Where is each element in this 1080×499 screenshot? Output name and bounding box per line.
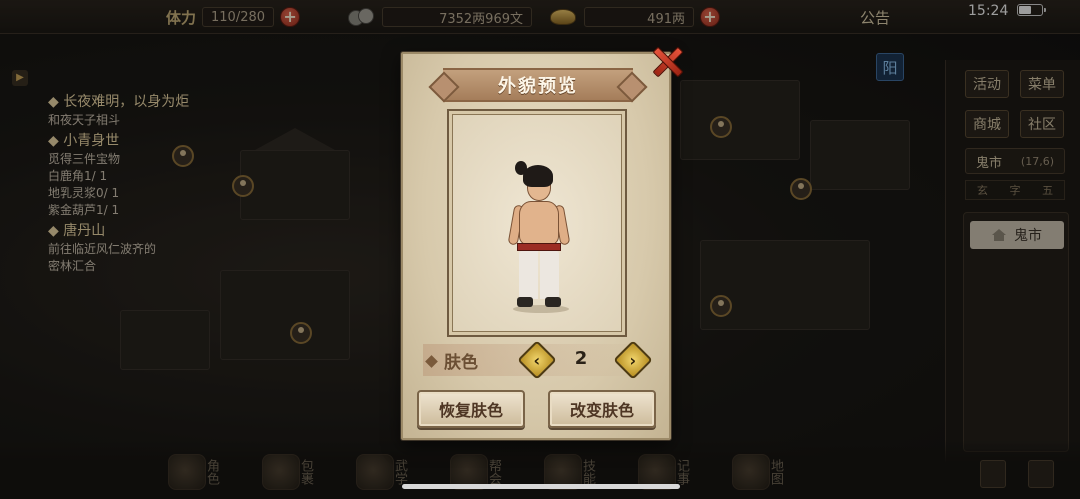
diamond-icon xyxy=(425,355,438,368)
chevron-right-icon: › xyxy=(629,350,637,370)
skin-color-value: 2 xyxy=(574,348,588,369)
character-preview xyxy=(447,109,627,337)
dialog-title: 外貌预览 xyxy=(498,76,578,97)
restore-skin-button[interactable]: 恢复肤色 xyxy=(417,390,525,428)
dialog-title-banner: 外貌预览 xyxy=(443,68,633,102)
skin-color-label: 肤色 xyxy=(425,348,478,373)
home-indicator[interactable] xyxy=(402,484,680,489)
chevron-left-icon: ‹ xyxy=(533,350,541,370)
change-skin-button[interactable]: 改变肤色 xyxy=(548,390,656,428)
close-icon[interactable] xyxy=(646,42,686,80)
prev-skin-button[interactable]: ‹ xyxy=(517,340,557,380)
character-figure xyxy=(507,161,571,321)
appearance-preview-dialog: 外貌预览 肤色 ‹ 2 › 恢复肤色 改变肤色 xyxy=(401,52,671,440)
skin-color-selector: 肤色 ‹ 2 › xyxy=(423,340,653,380)
next-skin-button[interactable]: › xyxy=(613,340,653,380)
